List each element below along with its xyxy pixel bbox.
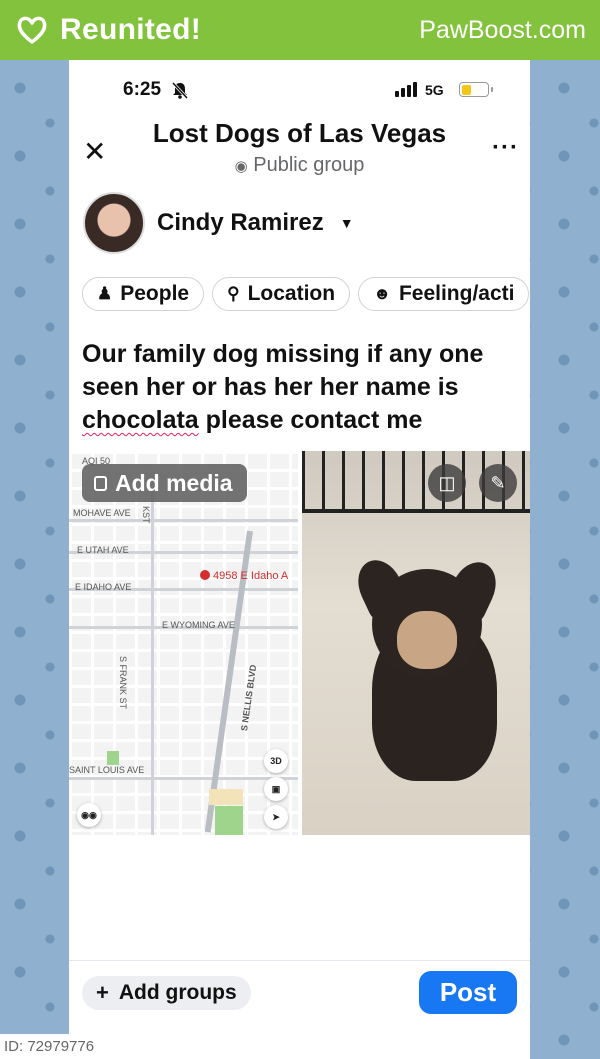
- smile-icon: ☻: [373, 284, 391, 303]
- bell-muted-icon: [172, 82, 188, 99]
- post-button[interactable]: Post: [419, 971, 517, 1014]
- status-time: 6:25: [123, 79, 162, 100]
- map-street-label: E WYOMING AVE: [162, 620, 235, 630]
- map-street-label: E IDAHO AVE: [75, 582, 132, 592]
- add-groups-label: Add groups: [118, 981, 237, 1004]
- close-icon[interactable]: ✕: [83, 138, 106, 166]
- status-bar: 6:25 5G: [69, 60, 530, 120]
- composer-chips: ♟ People ⚲ Location ☻ Feeling/acti: [82, 277, 530, 311]
- media-grid: AQI 50 MOHAVE AVE E UTAH AVE E IDAHO AVE…: [69, 451, 530, 835]
- chip-label: Feeling/acti: [398, 282, 515, 305]
- plus-icon: +: [96, 980, 109, 1005]
- group-name: Lost Dogs of Las Vegas: [152, 118, 447, 148]
- author-name: Cindy Ramirez: [157, 209, 324, 236]
- footer-divider: [69, 960, 530, 961]
- navigate-icon[interactable]: ➤: [264, 805, 288, 829]
- layout-icon[interactable]: ◫: [428, 464, 466, 502]
- privacy-label: Public group: [253, 154, 365, 176]
- group-privacy: ◉ Public group: [69, 154, 530, 177]
- edit-pencil-icon[interactable]: ✎: [479, 464, 517, 502]
- phone-screenshot: 6:25 5G Lost Dogs of Las Vegas ◉ Public …: [69, 60, 530, 1059]
- map-street-label: SAINT LOUIS AVE: [69, 765, 145, 775]
- people-icon: ♟: [97, 284, 113, 303]
- post-text-part: please contact me: [198, 406, 423, 434]
- chip-location[interactable]: ⚲ Location: [212, 277, 351, 311]
- banner-title: Reunited!: [60, 13, 202, 46]
- chip-people[interactable]: ♟ People: [82, 277, 205, 311]
- map-street-label: MOHAVE AVE: [73, 508, 131, 518]
- map-pin: 4958 E Idaho A: [200, 570, 288, 582]
- globe-icon: ◉: [234, 158, 248, 175]
- composer-header: Lost Dogs of Las Vegas ◉ Public group ✕ …: [69, 118, 530, 188]
- map-3d-button[interactable]: 3D: [264, 749, 288, 773]
- reunited-banner: Reunited! PawBoost.com: [0, 0, 600, 60]
- map-image[interactable]: AQI 50 MOHAVE AVE E UTAH AVE E IDAHO AVE…: [69, 451, 298, 835]
- dog-photo[interactable]: ◫ ✎: [302, 451, 530, 835]
- add-media-button[interactable]: Add media: [82, 464, 247, 502]
- author-row[interactable]: Cindy Ramirez ▼: [83, 190, 354, 256]
- avatar: [83, 192, 145, 254]
- location-pin-icon: ⚲: [227, 284, 240, 303]
- map-street-label: S NELLIS BLVD: [239, 664, 259, 732]
- caret-down-icon[interactable]: ▼: [340, 215, 354, 231]
- dog-face: [397, 611, 457, 669]
- post-text[interactable]: Our family dog missing if any one seen h…: [82, 338, 522, 437]
- heart-outline-icon: [17, 16, 47, 44]
- misspelled-word: chocolata: [82, 406, 199, 434]
- add-groups-button[interactable]: + Add groups: [82, 976, 251, 1010]
- post-text-part: Our family dog missing if any one seen h…: [82, 340, 484, 401]
- site-name[interactable]: PawBoost.com: [419, 16, 586, 45]
- network-type: 5G: [425, 82, 444, 98]
- chip-label: Location: [247, 282, 336, 305]
- banner-brand: Reunited!: [16, 13, 201, 47]
- battery-icon: [459, 82, 493, 97]
- map-street-label: E UTAH AVE: [77, 545, 129, 555]
- chip-label: People: [120, 282, 190, 305]
- binoculars-icon[interactable]: ◉◉: [77, 803, 101, 827]
- more-icon[interactable]: ···: [492, 134, 519, 162]
- map-street-label: KST: [141, 506, 151, 524]
- signal-icon: [395, 82, 417, 97]
- map-street-label: S FRANK ST: [118, 656, 128, 710]
- car-icon[interactable]: ▣: [264, 777, 288, 801]
- add-media-label: Add media: [115, 469, 233, 496]
- chip-feeling[interactable]: ☻ Feeling/acti: [358, 277, 530, 311]
- image-id: ID: 72979776: [0, 1034, 100, 1059]
- add-media-icon: [94, 475, 107, 491]
